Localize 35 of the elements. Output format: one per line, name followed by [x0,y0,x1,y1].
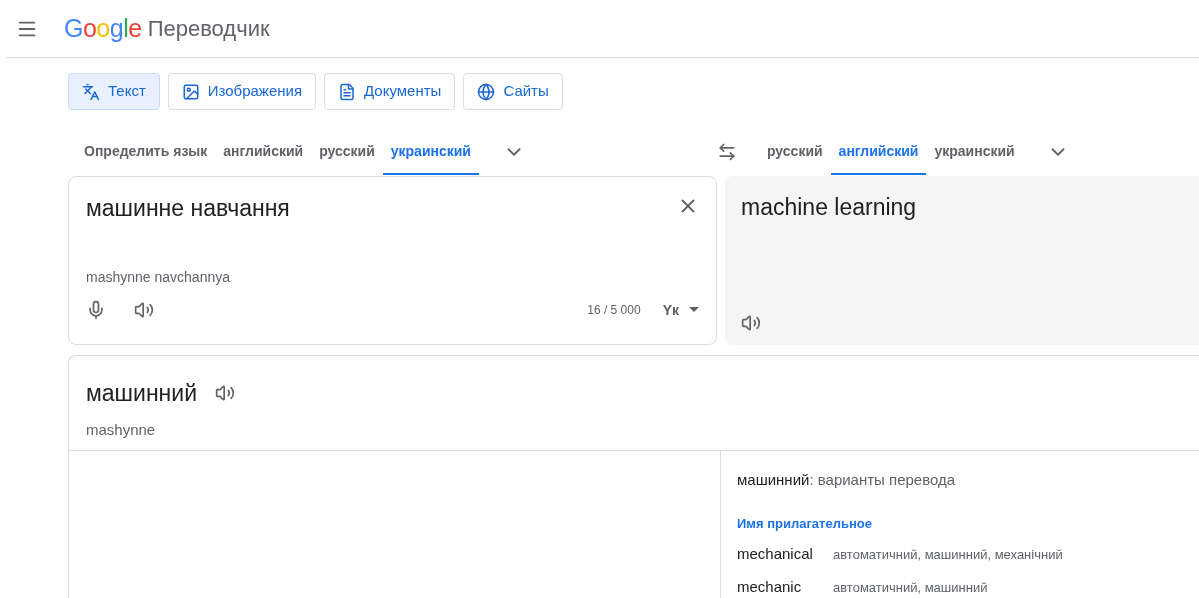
language-tab[interactable]: русский [311,129,383,175]
language-tab[interactable]: английский [215,129,312,175]
language-tab[interactable]: Определить язык [76,129,216,175]
mode-tab[interactable]: Изображения [167,73,317,110]
source-text[interactable]: машинне навчання [86,191,677,226]
product-title: Переводчик [147,15,270,43]
globe-icon [477,82,496,101]
microphone-icon[interactable] [86,300,106,320]
language-tab[interactable]: украинский [926,129,1023,175]
language-tab[interactable]: русский [759,129,831,175]
mode-tab[interactable]: Текст [68,73,160,110]
entry-translations: автоматичний, машинний [833,578,988,597]
speaker-icon[interactable] [134,300,154,320]
mode-tab[interactable]: Сайты [463,73,563,110]
entry-word[interactable]: mechanical [737,543,833,566]
translate-icon [82,82,100,101]
speaker-icon[interactable] [215,383,235,404]
dictionary-word: машинний [86,379,197,408]
part-of-speech: Имя прилагательное [737,514,873,533]
translation-text: machine learning [741,193,918,222]
document-icon [338,82,357,101]
caret-icon[interactable] [689,307,699,313]
character-count: 16 / 5 000 [587,302,641,319]
transliteration: mashynne navchannya [86,267,231,287]
entry-translations: автоматичний, машинний, механічний [833,546,1063,564]
image-icon [181,82,200,101]
speaker-icon[interactable] [741,313,761,333]
entry-word[interactable]: mechanic [737,575,833,598]
input-tool-button[interactable]: Yк [662,299,679,321]
variants-heading: машинний: варианты перевода [737,470,957,490]
dictionary-transliteration: mashynne [86,419,157,440]
logo: Google [64,12,142,44]
mode-tab[interactable]: Документы [324,73,456,110]
language-tab[interactable]: украинский [382,129,479,175]
swap-icon[interactable] [717,142,737,162]
